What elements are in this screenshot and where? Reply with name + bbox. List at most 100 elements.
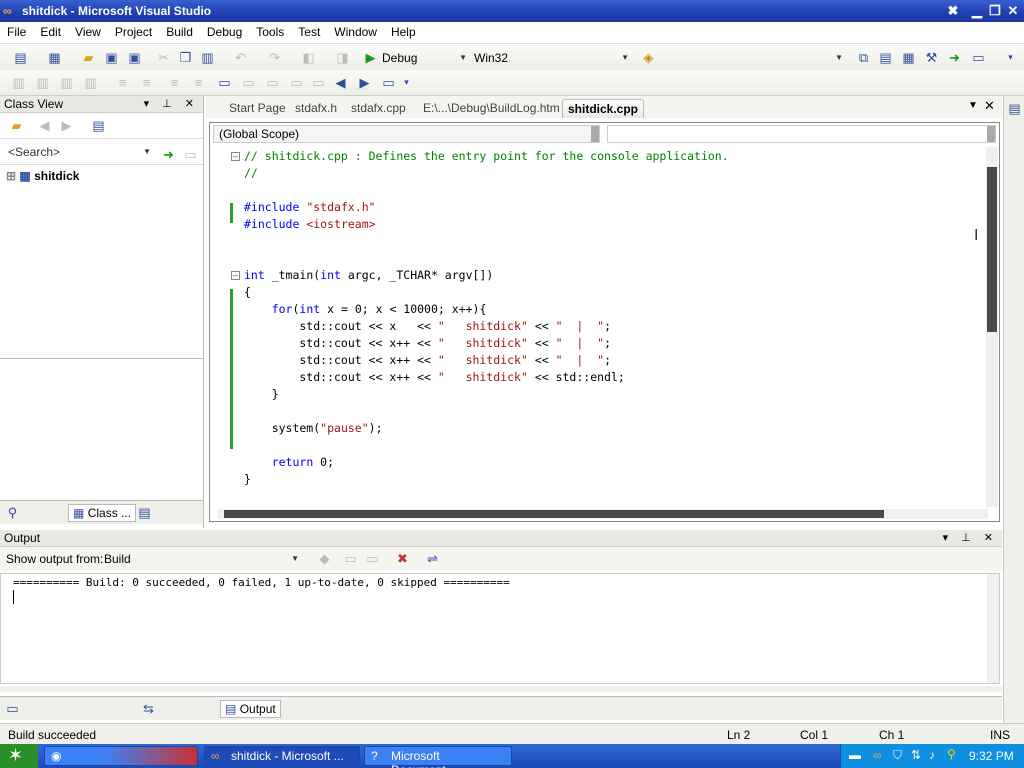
expand-icon[interactable]: ⊞ [6,169,16,183]
solution-explorer-icon[interactable]: ⧉ [855,49,872,66]
member-combo[interactable] [607,125,996,143]
vertical-scrollbar[interactable] [986,147,998,507]
next-bookmark-folder-icon[interactable]: ▭ [310,74,327,91]
code-def-tab-icon[interactable]: ▭ [4,700,21,717]
tab-shitdick-cpp[interactable]: shitdick.cpp [562,99,645,118]
tab-stdafx-h[interactable]: stdafx.h [290,99,342,118]
save-all-icon[interactable]: ▣ [126,49,143,66]
find-combo[interactable]: ▼ [660,49,846,68]
display-object-icon[interactable]: ▥ [10,74,27,91]
fold-collapse-icon[interactable]: – [231,271,240,280]
solution-explorer-tab-icon[interactable]: ⚲ [4,504,21,521]
properties-icon[interactable]: ▤ [877,49,894,66]
object-browser-icon[interactable]: ▦ [900,49,917,66]
call-browser-tab-icon[interactable]: ⇆ [140,700,157,717]
prev-bookmark-icon[interactable]: ▭ [240,74,257,91]
copy-icon[interactable]: ❐ [177,49,194,66]
start-button[interactable]: ✶ [0,744,38,768]
clear-search-icon[interactable]: ▭ [182,146,199,163]
config-combo[interactable]: Debug ▼ [378,49,470,68]
horizontal-scrollbar[interactable] [218,509,988,519]
complete-word-icon[interactable]: ▥ [82,74,99,91]
quick-info-icon[interactable]: ▥ [58,74,75,91]
find-in-files-icon[interactable]: ◈ [640,49,657,66]
horizontal-scroll-thumb[interactable] [224,510,884,518]
parameter-info-icon[interactable]: ▥ [34,74,51,91]
add-item-icon[interactable]: ▦ [46,49,63,66]
output-vscrollbar[interactable] [987,574,999,683]
menu-view[interactable]: View [68,22,108,39]
output-tab[interactable]: ▤ Output [220,700,281,718]
bookmark-icon[interactable]: ▭ [216,74,233,91]
tab-stdafx-cpp[interactable]: stdafx.cpp [346,99,411,118]
navigate-forward-icon[interactable]: ◨ [334,49,351,66]
taskbar-item-vs[interactable]: ∞ shitdick - Microsoft ... [204,746,360,766]
comment-icon[interactable]: ≡ [166,74,183,91]
tab-start-page[interactable]: Start Page [224,99,291,118]
close-button[interactable]: ✕ [1004,3,1022,19]
next-bookmark-doc-icon[interactable]: ▶ [356,74,373,91]
navigate-back-icon[interactable]: ◧ [300,49,317,66]
clear-bookmarks-icon[interactable]: ▭ [380,74,397,91]
panel-controls[interactable]: ▾ ⊥ ✕ [144,97,199,110]
prev-bookmark-folder-icon[interactable]: ▭ [288,74,305,91]
property-manager-tab-icon[interactable]: ▤ [136,504,153,521]
word-wrap-icon[interactable]: ⇌ [424,550,441,567]
minimize-button[interactable]: ▁ [968,3,986,19]
taskbar-item-browser[interactable]: ◉ [44,746,198,766]
uncomment-icon[interactable]: ≡ [190,74,207,91]
open-file-icon[interactable]: ▰ [80,49,97,66]
toolbar-options-icon[interactable]: ▾ [398,74,415,91]
restore-button[interactable]: ❐ [986,3,1004,19]
scope-combo[interactable]: (Global Scope) [213,125,600,143]
find-message-next-icon[interactable]: ▭ [364,550,381,567]
undo-icon[interactable]: ↶ [232,49,249,66]
toolbar-options-icon[interactable]: ▾ [1002,49,1019,66]
active-files-icon[interactable]: ▼ [968,100,978,111]
start-debug-icon[interactable]: ▶ [362,49,379,66]
panel-controls[interactable]: ▾ ⊥ ✕ [943,531,998,544]
increase-indent-icon[interactable]: ≡ [138,74,155,91]
menu-project[interactable]: Project [108,22,159,39]
find-message-prev-icon[interactable]: ▭ [342,550,359,567]
scope-dropdown-icon[interactable] [591,126,599,142]
close-document-icon[interactable]: ✕ [984,98,995,114]
menu-build[interactable]: Build [159,22,200,39]
menu-tools[interactable]: Tools [249,22,291,39]
class-search-input[interactable]: <Search> ▼ [4,143,154,162]
tray-app-icon[interactable]: ∞ [873,748,882,762]
menu-help[interactable]: Help [384,22,423,39]
window-icon[interactable]: ▭ [970,49,987,66]
cut-icon[interactable]: ✂ [155,49,172,66]
taskbar-item-docs[interactable]: ? Microsoft Document... [364,746,512,768]
vertical-scroll-thumb[interactable] [987,167,997,332]
output-text-area[interactable]: ========== Build: 0 succeeded, 0 failed,… [0,573,1000,684]
fold-collapse-icon[interactable]: – [231,152,240,161]
menu-file[interactable]: File [0,22,33,39]
prev-bookmark-doc-icon[interactable]: ◀ [332,74,349,91]
shield-icon[interactable]: ⛉ [893,748,902,763]
menu-edit[interactable]: Edit [33,22,68,39]
tree-item-shitdick[interactable]: ⊞ ▦ shitdick [6,169,79,183]
settings-icon[interactable]: ▤ [90,117,107,134]
search-go-icon[interactable]: ➜ [160,146,177,163]
network-icon[interactable]: ⇅ [911,748,921,762]
app-star-icon[interactable]: ✖ [944,3,962,19]
back-icon[interactable]: ◀ [36,117,53,134]
toolbox-icon[interactable]: ⚒ [923,49,940,66]
output-source-combo[interactable]: Build ▼ [100,550,302,569]
output-hscrollbar[interactable] [0,686,1002,692]
search-icon[interactable]: ⚲ [947,747,956,761]
clear-all-icon[interactable]: ✖ [394,550,411,567]
start-page-icon[interactable]: ➜ [946,49,963,66]
keyboard-icon[interactable]: ▬ [849,748,861,762]
new-folder-icon[interactable]: ▰ [8,117,25,134]
member-dropdown-icon[interactable] [987,126,995,142]
next-bookmark-icon[interactable]: ▭ [264,74,281,91]
menu-test[interactable]: Test [291,22,327,39]
redo-icon[interactable]: ↷ [266,49,283,66]
goto-line-icon[interactable]: ◆ [316,550,333,567]
decrease-indent-icon[interactable]: ≡ [114,74,131,91]
platform-combo[interactable]: Win32 ▼ [470,49,632,68]
save-icon[interactable]: ▣ [103,49,120,66]
